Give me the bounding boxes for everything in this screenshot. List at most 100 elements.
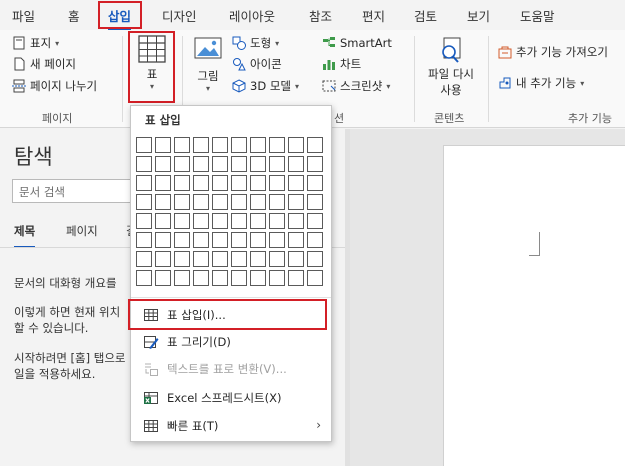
grid-cell[interactable] (307, 232, 323, 248)
grid-cell[interactable] (174, 232, 190, 248)
grid-cell[interactable] (174, 270, 190, 286)
grid-cell[interactable] (136, 213, 152, 229)
grid-cell[interactable] (174, 213, 190, 229)
grid-cell[interactable] (155, 175, 171, 191)
tab-help[interactable]: 도움말 (520, 6, 555, 25)
grid-cell[interactable] (269, 156, 285, 172)
grid-cell[interactable] (193, 270, 209, 286)
grid-cell[interactable] (174, 137, 190, 153)
grid-cell[interactable] (212, 213, 228, 229)
grid-cell[interactable] (136, 137, 152, 153)
grid-cell[interactable] (307, 137, 323, 153)
grid-cell[interactable] (288, 137, 304, 153)
quick-tables-item[interactable]: 빠른 표(T) › (131, 413, 331, 439)
grid-cell[interactable] (174, 251, 190, 267)
grid-cell[interactable] (231, 232, 247, 248)
tab-review[interactable]: 검토 (414, 6, 437, 25)
grid-cell[interactable] (212, 251, 228, 267)
chart-button[interactable]: 차트 (322, 55, 361, 73)
3d-models-button[interactable]: 3D 모델 ▾ (232, 77, 299, 95)
cover-page-button[interactable]: 표지 ▾ (12, 34, 59, 52)
grid-cell[interactable] (212, 175, 228, 191)
shapes-button[interactable]: 도형 ▾ (232, 34, 279, 52)
table-size-grid[interactable] (136, 137, 327, 288)
grid-cell[interactable] (269, 137, 285, 153)
grid-cell[interactable] (250, 194, 266, 210)
grid-cell[interactable] (155, 251, 171, 267)
document-page[interactable] (443, 145, 625, 466)
grid-cell[interactable] (288, 194, 304, 210)
nav-tab-pages[interactable]: 페이지 (66, 223, 98, 239)
tab-view[interactable]: 보기 (467, 6, 490, 25)
tab-layout[interactable]: 레이아웃 (229, 6, 275, 25)
grid-cell[interactable] (307, 213, 323, 229)
grid-cell[interactable] (307, 156, 323, 172)
screenshot-button[interactable]: 스크린샷 ▾ (322, 77, 390, 95)
grid-cell[interactable] (269, 251, 285, 267)
tab-file[interactable]: 파일 (12, 6, 35, 25)
grid-cell[interactable] (155, 156, 171, 172)
grid-cell[interactable] (288, 232, 304, 248)
grid-cell[interactable] (288, 175, 304, 191)
icons-button[interactable]: 아이콘 (232, 55, 282, 73)
grid-cell[interactable] (231, 175, 247, 191)
blank-page-button[interactable]: 새 페이지 (12, 55, 76, 73)
draw-table-item[interactable]: 표 그리기(D) (131, 329, 331, 355)
grid-cell[interactable] (250, 270, 266, 286)
my-addins-button[interactable]: 내 추가 기능 ▾ (498, 74, 584, 92)
tab-references[interactable]: 참조 (309, 6, 332, 25)
grid-cell[interactable] (288, 251, 304, 267)
grid-cell[interactable] (212, 270, 228, 286)
grid-cell[interactable] (250, 175, 266, 191)
page-break-button[interactable]: 페이지 나누기 (12, 77, 97, 95)
grid-cell[interactable] (212, 156, 228, 172)
grid-cell[interactable] (136, 194, 152, 210)
tab-home[interactable]: 홈 (68, 6, 80, 25)
grid-cell[interactable] (155, 137, 171, 153)
grid-cell[interactable] (231, 156, 247, 172)
tab-design[interactable]: 디자인 (162, 6, 197, 25)
grid-cell[interactable] (231, 213, 247, 229)
grid-cell[interactable] (250, 213, 266, 229)
grid-cell[interactable] (212, 137, 228, 153)
grid-cell[interactable] (269, 232, 285, 248)
grid-cell[interactable] (155, 232, 171, 248)
grid-cell[interactable] (250, 137, 266, 153)
smartart-button[interactable]: SmartArt (322, 34, 392, 52)
grid-cell[interactable] (136, 232, 152, 248)
reuse-files-button[interactable]: 파일 다시 사용 (420, 36, 482, 98)
grid-cell[interactable] (307, 251, 323, 267)
grid-cell[interactable] (307, 175, 323, 191)
grid-cell[interactable] (231, 194, 247, 210)
grid-cell[interactable] (136, 270, 152, 286)
grid-cell[interactable] (155, 213, 171, 229)
grid-cell[interactable] (250, 156, 266, 172)
grid-cell[interactable] (288, 270, 304, 286)
convert-text-to-table-item[interactable]: 텍스트를 표로 변환(V)... (131, 356, 331, 382)
grid-cell[interactable] (307, 194, 323, 210)
grid-cell[interactable] (174, 175, 190, 191)
grid-cell[interactable] (231, 270, 247, 286)
grid-cell[interactable] (212, 232, 228, 248)
nav-tab-headings[interactable]: 제목 (14, 223, 36, 248)
grid-cell[interactable] (155, 270, 171, 286)
grid-cell[interactable] (193, 156, 209, 172)
grid-cell[interactable] (307, 270, 323, 286)
excel-spreadsheet-item[interactable]: Excel 스프레드시트(X) (131, 385, 331, 411)
grid-cell[interactable] (250, 251, 266, 267)
grid-cell[interactable] (288, 156, 304, 172)
grid-cell[interactable] (212, 194, 228, 210)
grid-cell[interactable] (288, 213, 304, 229)
grid-cell[interactable] (193, 251, 209, 267)
grid-cell[interactable] (269, 270, 285, 286)
grid-cell[interactable] (174, 156, 190, 172)
get-addins-button[interactable]: 추가 기능 가져오기 (498, 43, 608, 61)
tab-mailings[interactable]: 편지 (362, 6, 385, 25)
grid-cell[interactable] (136, 251, 152, 267)
grid-cell[interactable] (193, 194, 209, 210)
grid-cell[interactable] (250, 232, 266, 248)
grid-cell[interactable] (193, 213, 209, 229)
grid-cell[interactable] (269, 175, 285, 191)
grid-cell[interactable] (193, 175, 209, 191)
grid-cell[interactable] (269, 213, 285, 229)
